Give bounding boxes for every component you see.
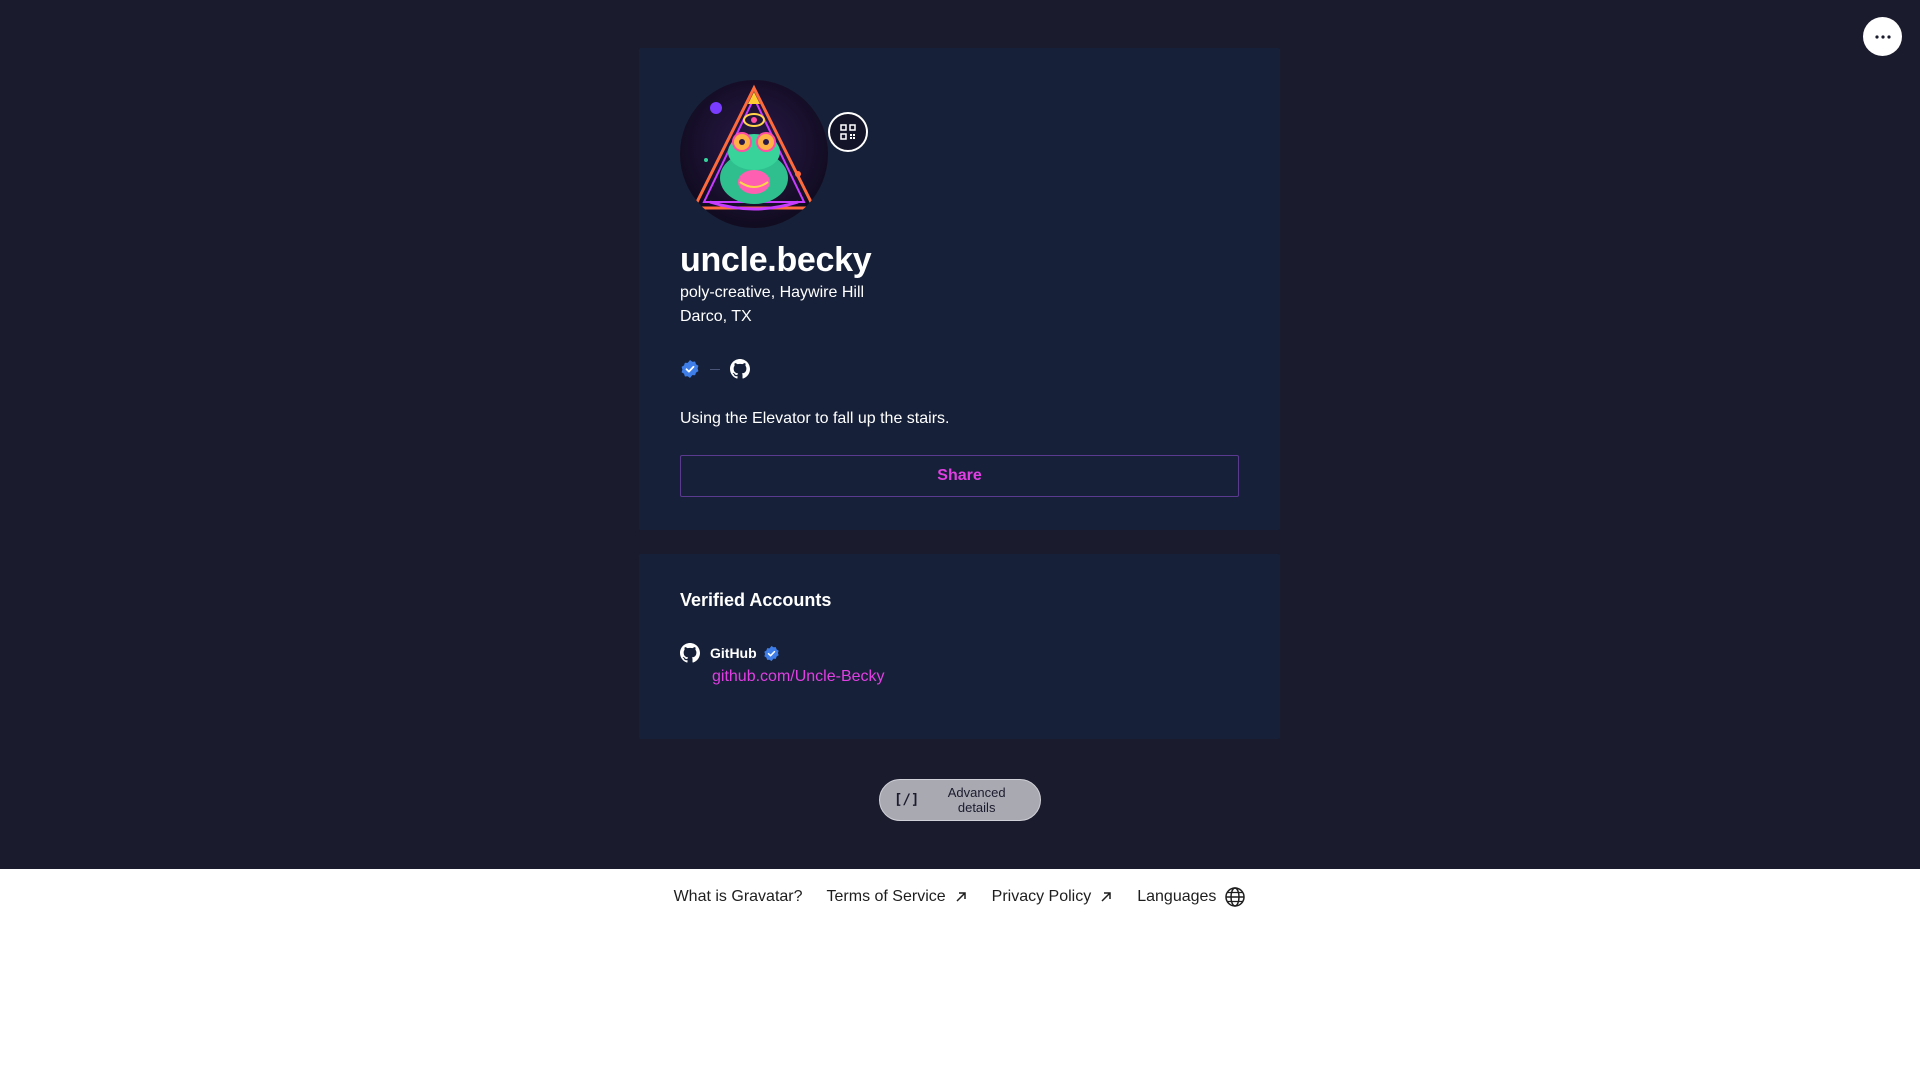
footer-link-label: Terms of Service [826,888,946,905]
avatar-container [680,80,868,228]
verified-badge-icon [764,645,779,661]
languages-button[interactable]: Languages [1137,886,1246,908]
qr-code-button[interactable] [828,112,868,152]
about-text: Using the Elevator to fall up the stairs… [680,410,950,427]
location: Darco, TX [680,308,752,325]
footer-link-label: Privacy Policy [991,888,1092,905]
footer: What is Gravatar? Terms of Service Priva… [0,869,1920,925]
separator [710,368,720,370]
advanced-details-button[interactable]: [/] Advanced details [879,779,1041,821]
external-link-icon [1101,892,1111,902]
verified-accounts-card: Verified Accounts GitHub github.com/Uncl… [639,554,1280,739]
languages-label: Languages [1137,888,1217,905]
footer-link-terms[interactable]: Terms of Service [827,888,968,906]
more-options-button[interactable] [1863,17,1902,56]
github-icon [680,643,700,663]
display-name: uncle.becky [680,241,872,279]
verified-accounts-title: Verified Accounts [680,590,832,610]
code-icon: [/] [894,792,920,808]
account-item-github: GitHub [680,643,780,663]
account-service-name: GitHub [710,645,757,661]
external-link-icon [956,892,966,902]
avatar-image [691,84,817,211]
footer-link-label: What is Gravatar? [673,888,803,905]
qr-code-icon [840,124,856,140]
job-title: poly-creative, Haywire Hill [680,284,865,301]
account-link-github[interactable]: github.com/Uncle-Becky [712,668,885,686]
globe-icon [1225,887,1246,907]
verified-badge-icon [681,360,699,378]
more-icon [1874,34,1891,39]
verified-badges-row [680,357,750,381]
advanced-details-label: Advanced details [947,785,1006,815]
footer-link-what-is-gravatar[interactable]: What is Gravatar? [674,888,803,906]
github-icon[interactable] [730,359,750,379]
avatar [680,80,828,228]
profile-card: uncle.becky poly-creative, Haywire Hill … [639,48,1280,530]
share-button[interactable]: Share [680,455,1239,497]
footer-link-privacy[interactable]: Privacy Policy [992,888,1114,906]
